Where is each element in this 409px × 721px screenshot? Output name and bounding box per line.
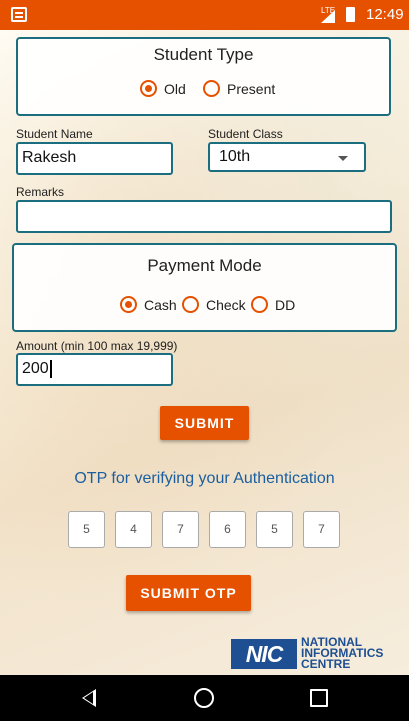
payment-mode-title: Payment Mode (147, 256, 262, 275)
radio-selected-icon (120, 296, 137, 313)
back-icon[interactable] (82, 689, 96, 707)
radio-selected-icon (140, 80, 157, 97)
logo-line-3: CENTRE (301, 657, 351, 671)
student-name-input[interactable]: Rakesh (16, 142, 173, 175)
radio-label-old: Old (164, 80, 186, 97)
student-type-card: Student Type Old Present (16, 37, 391, 116)
amount-input[interactable]: 200 (16, 353, 173, 386)
radio-unselected-icon (251, 296, 268, 313)
otp-digit-1[interactable]: 5 (68, 511, 105, 548)
otp-digit-5[interactable]: 5 (256, 511, 293, 548)
signal-icon (321, 10, 335, 23)
remarks-input[interactable] (16, 200, 392, 233)
home-icon[interactable] (194, 688, 214, 708)
radio-label-dd: DD (275, 296, 296, 313)
nic-logo: NIC NATIONAL INFORMATICS CENTRE (231, 636, 405, 674)
payment-mode-card: Payment Mode Cash Check DD (12, 243, 397, 332)
radio-label-cash: Cash (144, 296, 177, 313)
amount-value: 200 (22, 360, 49, 377)
chevron-down-icon (338, 156, 348, 161)
text-cursor (49, 359, 52, 378)
status-bar: LTE 12:49 (0, 0, 409, 30)
form-screen[interactable]: Student Type Old Present Student Name Ra… (0, 30, 409, 675)
radio-label-check: Check (206, 296, 246, 313)
otp-digit-2[interactable]: 4 (115, 511, 152, 548)
notification-icon (11, 7, 27, 22)
remarks-label: Remarks (16, 185, 65, 199)
status-time: 12:49 (366, 6, 404, 23)
student-name-value: Rakesh (22, 149, 77, 166)
student-class-label: Student Class (208, 127, 283, 141)
student-type-title: Student Type (153, 45, 254, 64)
radio-unselected-icon (203, 80, 220, 97)
recent-apps-icon[interactable] (310, 689, 328, 707)
payment-mode-check-radio[interactable]: Check (182, 296, 246, 313)
submit-otp-button[interactable]: SUBMIT OTP (126, 575, 251, 611)
otp-digit-4[interactable]: 6 (209, 511, 246, 548)
radio-unselected-icon (182, 296, 199, 313)
submit-button[interactable]: SUBMIT (160, 406, 249, 440)
payment-mode-cash-radio[interactable]: Cash (120, 296, 177, 313)
otp-digit-3[interactable]: 7 (162, 511, 199, 548)
amount-label: Amount (min 100 max 19,999) (16, 339, 178, 353)
payment-mode-dd-radio[interactable]: DD (251, 296, 295, 313)
otp-digit-6[interactable]: 7 (303, 511, 340, 548)
battery-icon (346, 7, 355, 22)
navigation-bar (0, 675, 409, 721)
radio-label-present: Present (227, 80, 276, 97)
nic-logo-mark: NIC (231, 639, 297, 669)
nic-logo-text: NATIONAL INFORMATICS CENTRE (301, 636, 383, 671)
student-class-select[interactable]: 10th (208, 142, 366, 172)
student-type-old-radio[interactable]: Old (140, 80, 186, 97)
student-class-value: 10th (219, 148, 251, 165)
student-type-present-radio[interactable]: Present (203, 80, 275, 97)
student-name-label: Student Name (16, 127, 93, 141)
otp-title: OTP for verifying your Authentication (74, 470, 335, 487)
